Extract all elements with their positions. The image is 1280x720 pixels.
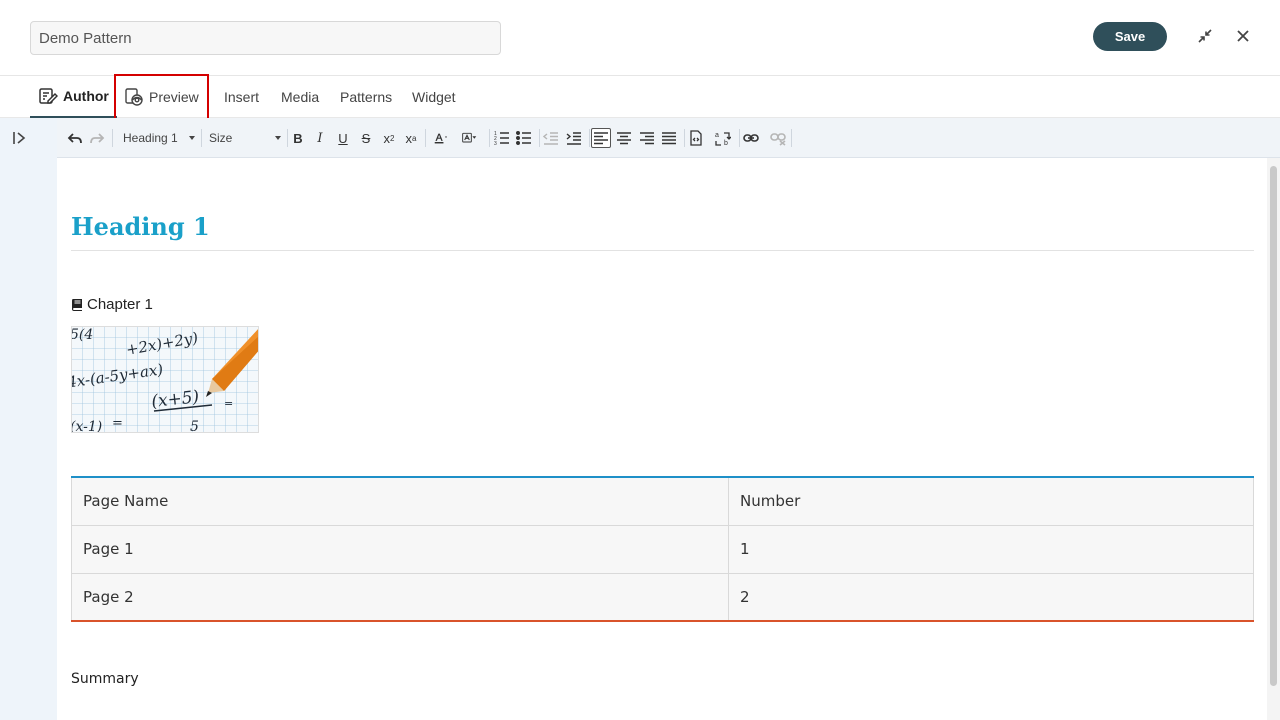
align-right-icon[interactable] (637, 128, 657, 148)
svg-text:5(4: 5(4 (72, 327, 93, 343)
table-cell[interactable]: Page 1 (71, 524, 729, 574)
link-icon[interactable] (741, 128, 761, 148)
pages-table: Page Name Number Page 1 1 Page 2 2 (71, 476, 1254, 622)
minimize-icon[interactable] (1196, 27, 1214, 45)
editor-header: Save (0, 0, 1280, 76)
editor-canvas[interactable]: Heading 1 Chapter 1 5(4 +2x)+2y) 4x-(a-5… (57, 158, 1267, 720)
indent-icon[interactable] (564, 128, 584, 148)
formatting-toolbar: Heading 1 Size B I U S x2 xa 123 a b (57, 118, 1280, 158)
source-code-icon[interactable] (686, 128, 706, 148)
subscript-icon[interactable]: x2 (379, 128, 399, 148)
content-heading: Heading 1 (71, 212, 210, 241)
format-select[interactable]: Heading 1 (123, 128, 195, 148)
italic-icon[interactable]: I (310, 128, 330, 148)
svg-text:a: a (715, 132, 719, 139)
tab-patterns[interactable]: Patterns (340, 76, 392, 118)
tab-widget[interactable]: Widget (412, 76, 456, 118)
ordered-list-icon[interactable]: 123 (492, 128, 512, 148)
tab-preview-label: Preview (149, 89, 199, 105)
svg-text:(x-1): (x-1) (72, 419, 102, 433)
heading-divider (71, 250, 1254, 251)
font-color-icon[interactable] (431, 128, 453, 148)
math-pencil-image[interactable]: 5(4 +2x)+2y) 4x-(a-5y+ax) (x+5) = (x-1) … (71, 326, 259, 433)
bullet-list-icon[interactable] (514, 128, 534, 148)
redo-icon[interactable] (87, 128, 107, 148)
superscript-icon[interactable]: xa (401, 128, 421, 148)
save-button[interactable]: Save (1093, 22, 1167, 51)
align-center-icon[interactable] (614, 128, 634, 148)
tab-author[interactable]: Author (30, 76, 117, 118)
align-left-icon[interactable] (591, 128, 611, 148)
size-select-value: Size (209, 131, 233, 145)
tab-widget-label: Widget (412, 89, 456, 105)
align-justify-icon[interactable] (659, 128, 679, 148)
tab-media-label: Media (281, 89, 320, 105)
left-rail (0, 118, 57, 720)
tab-preview[interactable]: Preview (114, 74, 209, 120)
svg-text:3: 3 (494, 141, 497, 146)
table-cell[interactable]: 2 (728, 572, 1254, 622)
format-select-value: Heading 1 (123, 131, 178, 145)
strikethrough-icon[interactable]: S (356, 128, 376, 148)
summary-text: Summary (71, 671, 139, 687)
svg-text:=: = (112, 416, 123, 431)
table-row: Page 1 1 (71, 524, 1254, 574)
chapter-label: Chapter 1 (71, 296, 153, 313)
underline-icon[interactable]: U (333, 128, 353, 148)
chapter-text: Chapter 1 (87, 296, 153, 313)
close-icon[interactable] (1234, 27, 1252, 45)
scrollbar-thumb[interactable] (1270, 166, 1277, 686)
author-edit-icon (38, 86, 58, 106)
unlink-icon[interactable] (768, 128, 788, 148)
preview-eye-icon (124, 87, 144, 107)
svg-text:b: b (724, 140, 728, 146)
table-header-cell[interactable]: Number (728, 476, 1254, 526)
tab-insert[interactable]: Insert (224, 76, 259, 118)
table-cell[interactable]: Page 2 (71, 572, 729, 622)
expand-panel-icon[interactable] (11, 130, 29, 146)
table-header-cell[interactable]: Page Name (71, 476, 729, 526)
size-select[interactable]: Size (209, 128, 281, 148)
tab-patterns-label: Patterns (340, 89, 393, 105)
text-direction-icon[interactable]: ab (713, 128, 733, 148)
tab-insert-label: Insert (224, 89, 260, 105)
svg-text:=: = (224, 397, 233, 410)
table-cell[interactable]: 1 (728, 524, 1254, 574)
tab-author-label: Author (63, 88, 109, 104)
editor-scrollbar[interactable] (1267, 158, 1280, 720)
book-icon (71, 298, 84, 311)
svg-text:5: 5 (190, 419, 199, 433)
undo-icon[interactable] (65, 128, 85, 148)
outdent-icon[interactable] (541, 128, 561, 148)
table-row: Page 2 2 (71, 572, 1254, 622)
table-header-row: Page Name Number (71, 476, 1254, 526)
bold-icon[interactable]: B (288, 128, 308, 148)
tab-media[interactable]: Media (281, 76, 319, 118)
tab-bar: Author Preview Insert Media Patterns Wid… (0, 74, 1280, 120)
title-input[interactable] (30, 21, 501, 55)
highlight-color-icon[interactable] (458, 128, 482, 148)
